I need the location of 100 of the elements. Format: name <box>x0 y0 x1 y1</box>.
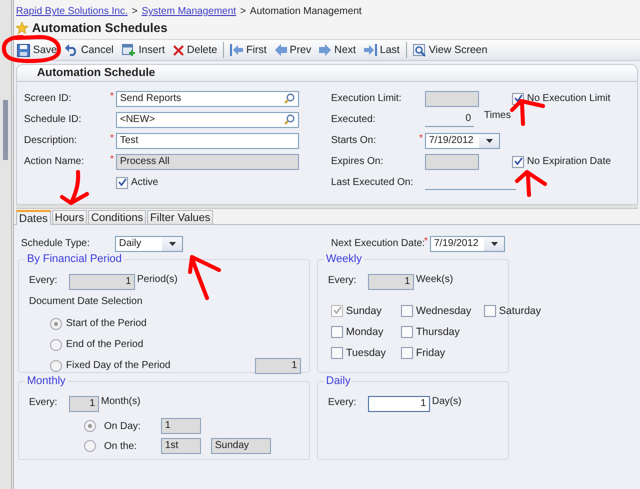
delete-icon <box>172 44 184 56</box>
field-label: Every: <box>28 397 58 408</box>
annotation-arrow <box>515 170 547 197</box>
radio-label: Fixed Day of the Period <box>66 360 170 371</box>
input-field[interactable]: 1 <box>69 396 99 412</box>
breadcrumb-link[interactable]: System Management <box>142 5 236 18</box>
radio-label: On Day: <box>104 420 142 432</box>
checkbox-label: No Execution Limit <box>527 93 610 104</box>
required-mark: * <box>109 154 115 165</box>
right-arrow-icon <box>319 44 332 56</box>
field-label: Schedule Type: <box>20 238 91 249</box>
next-button[interactable]: Next <box>316 41 359 59</box>
breadcrumb-separator: > <box>132 5 138 18</box>
required-mark: * <box>109 133 115 144</box>
lookup-field[interactable]: Send Reports <box>116 90 299 106</box>
checkbox[interactable] <box>116 176 128 188</box>
first-button[interactable]: First <box>227 41 270 59</box>
magnifier-icon <box>412 44 426 56</box>
field-label: Action Name: <box>24 156 86 167</box>
first-icon <box>230 44 244 56</box>
input-field[interactable]: 1st <box>161 438 201 454</box>
radio-label: End of the Period <box>66 339 144 350</box>
star-icon <box>16 22 28 34</box>
checkbox-label: Active <box>131 177 158 188</box>
input-field[interactable]: 1 <box>368 396 430 412</box>
checkbox-label: Friday <box>416 346 446 358</box>
delete-button[interactable]: Delete <box>170 41 220 59</box>
checkbox-label: Saturday <box>499 304 542 316</box>
prev-button[interactable]: Prev <box>272 41 314 59</box>
checkbox[interactable] <box>331 346 343 358</box>
checkbox[interactable] <box>512 156 524 168</box>
cancel-button[interactable]: Cancel <box>62 41 117 59</box>
view-button[interactable]: View Screen <box>410 41 490 59</box>
checkbox-label: No Expiration Date <box>527 156 611 167</box>
field-label: Starts On: <box>331 135 378 146</box>
annotation-arrow <box>188 255 221 300</box>
input-field[interactable]: 1 <box>161 418 201 434</box>
unit-label: Month(s) <box>101 396 140 407</box>
input-field[interactable] <box>425 154 479 170</box>
checkbox[interactable] <box>401 326 413 338</box>
radio-button[interactable] <box>50 338 62 350</box>
tab[interactable]: Dates <box>16 210 51 225</box>
tab[interactable]: Hours <box>52 210 88 224</box>
input-field[interactable]: 1 <box>368 274 414 290</box>
radio-button[interactable] <box>84 440 96 452</box>
lookup-field[interactable]: <NEW> <box>116 112 299 128</box>
field-label: Executed: <box>331 114 376 125</box>
search-icon <box>284 114 295 125</box>
field-label: Execution Limit: <box>331 93 403 104</box>
undo-icon <box>64 44 78 56</box>
required-mark: * <box>424 236 429 247</box>
last-icon <box>364 44 377 56</box>
field-label: Screen ID: <box>24 93 72 104</box>
radio-label: On the: <box>104 440 138 452</box>
input-field[interactable]: Sunday <box>211 438 271 454</box>
checkbox[interactable] <box>401 304 413 316</box>
checkbox[interactable] <box>401 346 413 358</box>
checkbox[interactable] <box>331 326 343 338</box>
annotation-arrow <box>510 99 545 126</box>
required-mark: * <box>109 91 115 102</box>
group-title: Monthly <box>25 375 68 388</box>
breadcrumb-link[interactable]: Rapid Byte Solutions Inc. <box>16 5 128 18</box>
unit-label: Period(s) <box>137 274 178 285</box>
input-field[interactable] <box>425 90 479 106</box>
tab[interactable]: Filter Values <box>147 210 214 224</box>
checkbox-label: Thursday <box>416 326 460 338</box>
breadcrumb-current: Automation Management <box>250 5 362 18</box>
search-icon <box>284 93 295 104</box>
page-title: Automation Schedules <box>32 21 168 35</box>
radio-button[interactable] <box>50 318 62 330</box>
checkbox-label: Wednesday <box>416 304 472 316</box>
breadcrumb-separator: > <box>240 5 246 18</box>
input-field[interactable]: 1 <box>69 274 135 290</box>
radio-button[interactable] <box>84 420 96 432</box>
group-title: Daily <box>324 375 352 388</box>
input-field[interactable]: Test <box>116 132 299 148</box>
unit-label: Week(s) <box>416 274 454 285</box>
checkbox-label: Monday <box>346 326 384 338</box>
last-button[interactable]: Last <box>360 41 403 59</box>
save-button[interactable]: Save <box>14 41 60 59</box>
caret-icon <box>490 242 498 246</box>
radio-button[interactable] <box>50 360 62 372</box>
caret-icon <box>168 242 176 246</box>
caret-icon <box>486 138 492 142</box>
checkbox-label: Tuesday <box>346 346 386 358</box>
checkbox[interactable] <box>331 304 343 316</box>
input-field[interactable]: 0 <box>425 112 474 127</box>
date-field[interactable]: 7/19/2012 <box>425 132 500 148</box>
input-field[interactable]: 1 <box>255 358 301 374</box>
date-field[interactable]: 7/19/2012 <box>430 236 505 252</box>
field-label: Expires On: <box>331 156 384 167</box>
field-label: Every: <box>327 275 358 286</box>
group-title: Weekly <box>324 253 364 266</box>
field-label: Next Execution Date: <box>330 238 422 249</box>
checkbox[interactable] <box>484 304 496 316</box>
tab[interactable]: Conditions <box>88 210 146 224</box>
field-label: Description: <box>24 135 78 146</box>
dropdown[interactable]: Daily <box>115 236 183 252</box>
insert-button[interactable]: Insert <box>118 41 168 59</box>
input-field[interactable]: Process All <box>116 154 299 170</box>
